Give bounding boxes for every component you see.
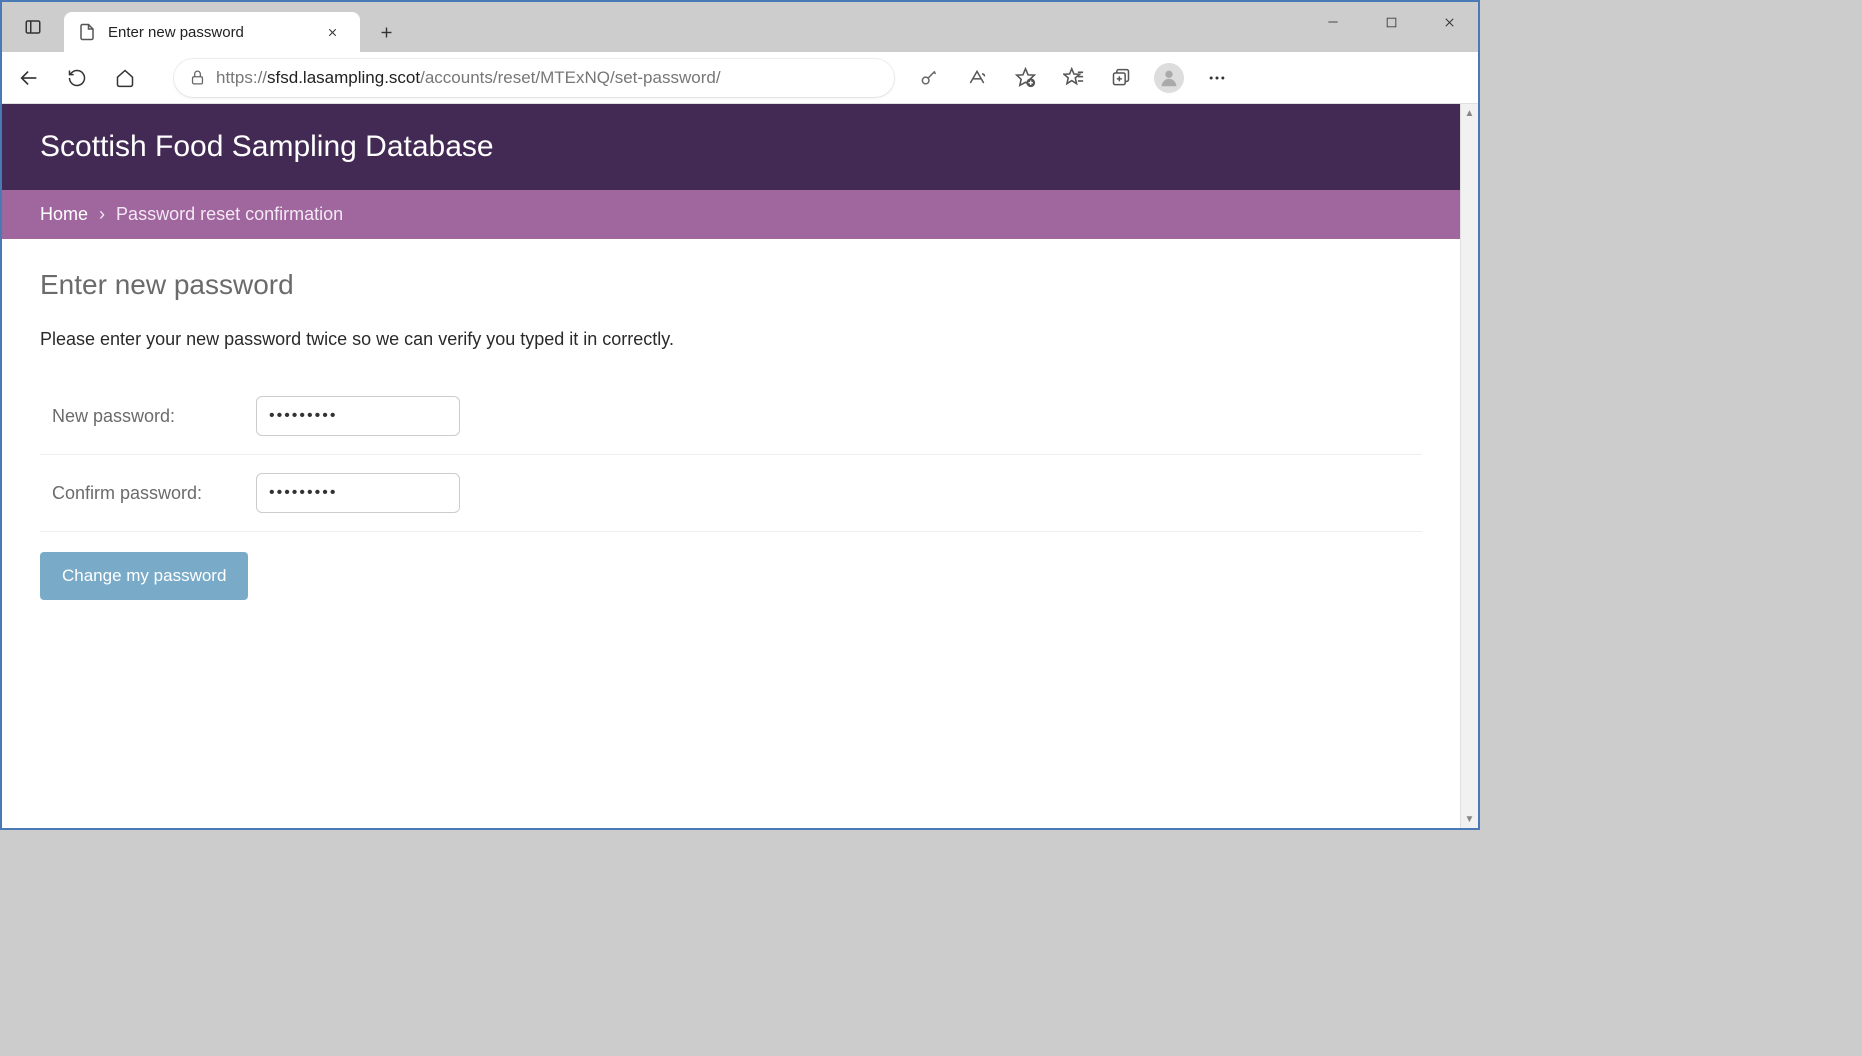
breadcrumb-separator: ›: [99, 204, 105, 224]
favorites-icon[interactable]: [1050, 58, 1096, 98]
settings-more-button[interactable]: [1194, 58, 1240, 98]
new-password-input[interactable]: [256, 396, 460, 436]
scroll-up-arrow[interactable]: ▲: [1461, 104, 1478, 122]
read-aloud-icon[interactable]: [954, 58, 1000, 98]
close-window-button[interactable]: [1420, 2, 1478, 42]
window-controls: [1304, 2, 1478, 42]
breadcrumb: Home › Password reset confirmation: [2, 190, 1460, 239]
confirm-password-label: Confirm password:: [40, 483, 256, 504]
vertical-scrollbar[interactable]: ▲ ▼: [1460, 104, 1478, 828]
home-button[interactable]: [102, 58, 148, 98]
back-button[interactable]: [6, 58, 52, 98]
scroll-track[interactable]: [1461, 122, 1478, 810]
browser-title-bar: Enter new password: [2, 2, 1478, 52]
url-path: /accounts/reset/MTExNQ/set-password/: [420, 68, 720, 87]
viewport: Scottish Food Sampling Database Home › P…: [2, 104, 1478, 828]
site-title: Scottish Food Sampling Database: [40, 130, 1422, 164]
instruction-text: Please enter your new password twice so …: [40, 329, 1422, 350]
breadcrumb-home-link[interactable]: Home: [40, 204, 88, 224]
main-content: Enter new password Please enter your new…: [2, 239, 1460, 630]
collections-icon[interactable]: [1098, 58, 1144, 98]
breadcrumb-current: Password reset confirmation: [116, 204, 343, 224]
profile-button[interactable]: [1146, 58, 1192, 98]
avatar-icon: [1154, 63, 1184, 93]
site-header: Scottish Food Sampling Database: [2, 104, 1460, 190]
new-tab-button[interactable]: [366, 12, 406, 52]
form-row-confirm-password: Confirm password:: [40, 455, 1422, 532]
form-row-new-password: New password:: [40, 378, 1422, 455]
page-heading: Enter new password: [40, 269, 1422, 301]
new-password-label: New password:: [40, 406, 256, 427]
browser-toolbar: https://sfsd.lasampling.scot/accounts/re…: [2, 52, 1478, 104]
url-host: sfsd.lasampling.scot: [267, 68, 420, 87]
minimize-button[interactable]: [1304, 2, 1362, 42]
change-password-button[interactable]: Change my password: [40, 552, 248, 600]
page-content: Scottish Food Sampling Database Home › P…: [2, 104, 1460, 828]
refresh-button[interactable]: [54, 58, 100, 98]
page-icon: [78, 23, 96, 41]
tab-actions-button[interactable]: [2, 2, 64, 52]
confirm-password-input[interactable]: [256, 473, 460, 513]
lock-icon: [189, 69, 206, 86]
url-scheme: https://: [216, 68, 267, 87]
tab-title: Enter new password: [108, 24, 306, 41]
scroll-down-arrow[interactable]: ▼: [1461, 810, 1478, 828]
maximize-button[interactable]: [1362, 2, 1420, 42]
url-text: https://sfsd.lasampling.scot/accounts/re…: [216, 68, 879, 88]
browser-tab[interactable]: Enter new password: [64, 12, 360, 52]
address-bar[interactable]: https://sfsd.lasampling.scot/accounts/re…: [174, 59, 894, 97]
add-favorite-icon[interactable]: [1002, 58, 1048, 98]
password-key-icon[interactable]: [906, 58, 952, 98]
tab-close-button[interactable]: [318, 18, 346, 46]
